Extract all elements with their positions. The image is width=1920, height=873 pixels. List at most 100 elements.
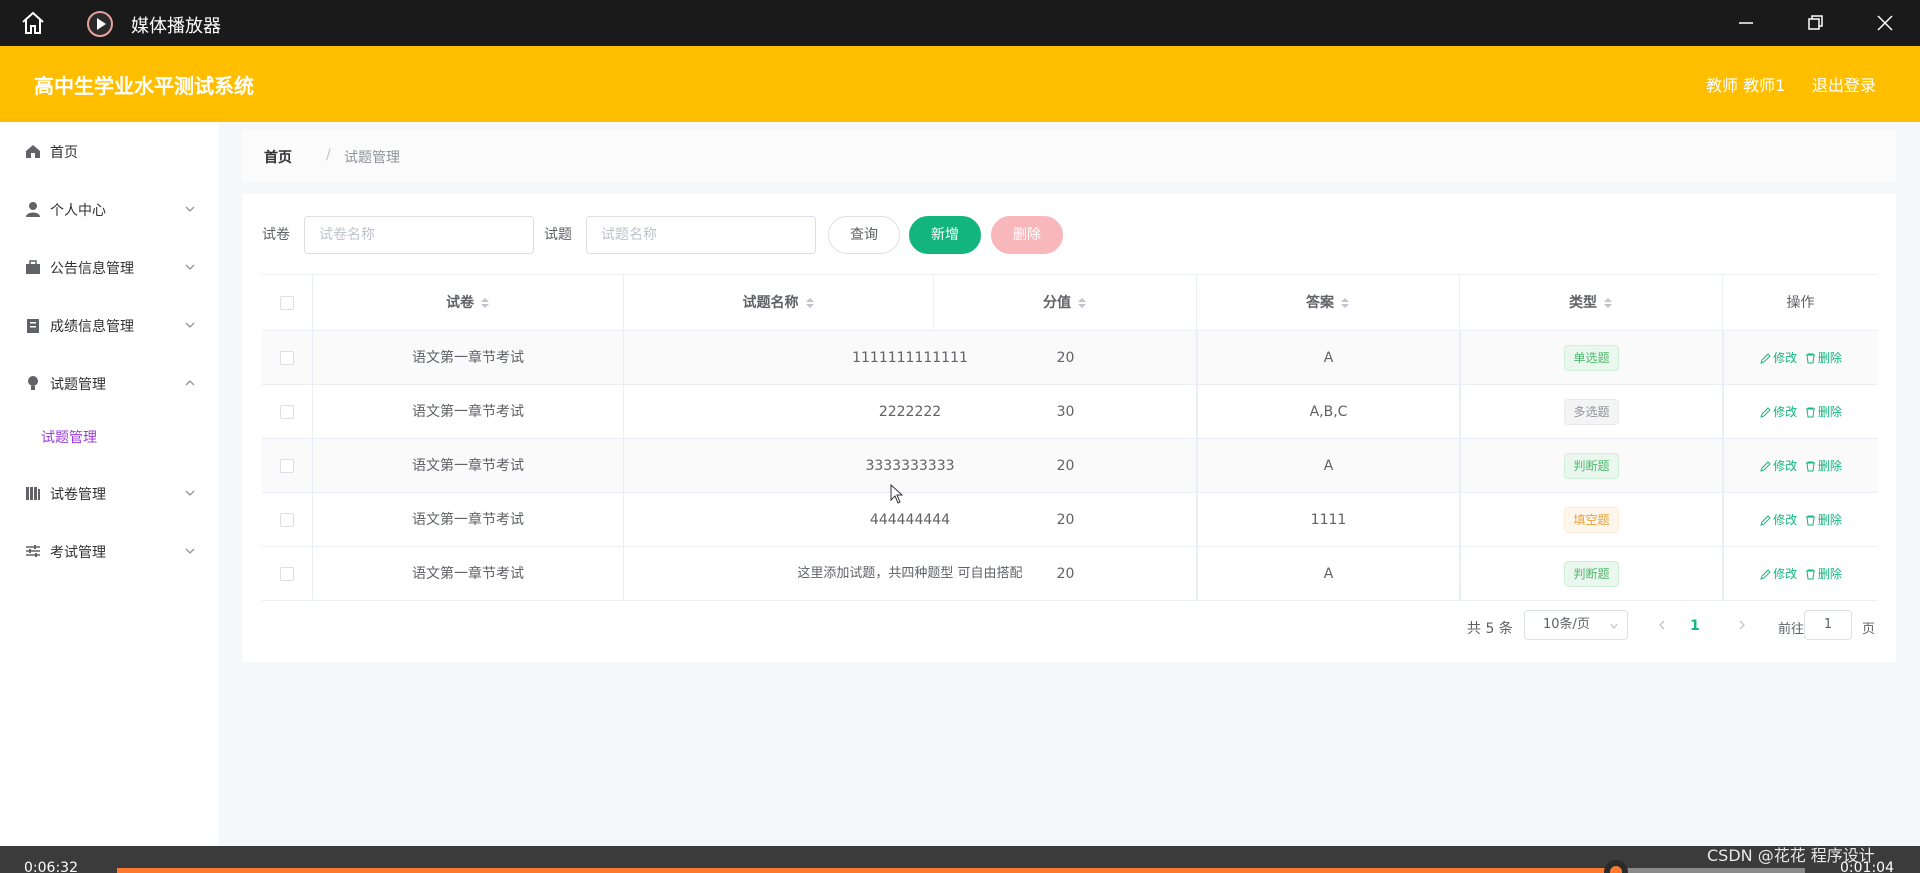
seek-bar[interactable] (117, 860, 1805, 873)
edit-icon (1760, 515, 1771, 526)
cell-actions: 修改 删除 (1723, 493, 1878, 547)
edit-label: 修改 (1773, 351, 1798, 365)
edit-action[interactable]: 修改 (1760, 439, 1797, 493)
logout-link[interactable]: 退出登录 (1812, 72, 1876, 96)
sidebar-item-label: 首页 (50, 145, 78, 161)
delete-label: 删除 (1817, 459, 1842, 473)
minimize-icon[interactable] (1735, 12, 1757, 34)
chevron-right-icon[interactable] (1736, 619, 1748, 631)
delete-action[interactable]: 删除 (1805, 547, 1842, 601)
row-select-cell (262, 493, 313, 547)
cell-answer: 1111 (1197, 493, 1460, 547)
delete-action[interactable]: 删除 (1805, 385, 1842, 439)
row-checkbox[interactable] (280, 405, 294, 419)
type-tag: 判断题 (1564, 453, 1619, 479)
delete-action[interactable]: 删除 (1805, 493, 1842, 547)
row-checkbox[interactable] (280, 567, 294, 581)
home-icon[interactable] (20, 10, 46, 36)
column-header-question-name[interactable]: 试题名称 (624, 275, 934, 331)
sort-icon[interactable] (1077, 296, 1087, 310)
chevron-down-icon (185, 490, 195, 496)
sidebar-item-label: 公告信息管理 (50, 261, 134, 277)
column-header-paper[interactable]: 试卷 (313, 275, 624, 331)
type-tag: 判断题 (1564, 561, 1619, 587)
sidebar-item-questions[interactable]: 试题管理 (0, 363, 218, 403)
sort-icon[interactable] (480, 296, 490, 310)
cell-actions: 修改 删除 (1723, 547, 1878, 601)
row-checkbox[interactable] (280, 459, 294, 473)
edit-action[interactable]: 修改 (1760, 493, 1797, 547)
column-header-type[interactable]: 类型 (1460, 275, 1723, 331)
query-button[interactable]: 查询 (828, 216, 900, 254)
edit-icon (1760, 461, 1771, 472)
sort-icon[interactable] (1340, 296, 1350, 310)
breadcrumb-home[interactable]: 首页 (264, 147, 292, 167)
edit-action[interactable]: 修改 (1760, 385, 1797, 439)
column-header-label: 分值 (1043, 295, 1071, 311)
page-size-value: 10条/页 (1543, 617, 1590, 632)
cell-actions: 修改 删除 (1723, 439, 1878, 493)
goto-label: 前往 (1778, 622, 1805, 637)
column-header-label: 类型 (1569, 295, 1597, 311)
add-button[interactable]: 新增 (909, 216, 981, 254)
page-size-select[interactable]: 10条/页 (1524, 610, 1628, 640)
chevron-down-icon (185, 548, 195, 554)
sidebar-item-exams[interactable]: 考试管理 (0, 531, 218, 571)
edit-label: 修改 (1773, 513, 1798, 527)
user-icon (26, 202, 40, 217)
restore-icon[interactable] (1804, 12, 1826, 34)
table-row: 语文第一章节考试 这里添加试题，共四种题型 可自由搭配 20 A 判断题 修改 … (262, 547, 1878, 601)
trash-icon (1805, 461, 1815, 472)
paper-name-input[interactable] (304, 216, 534, 254)
cell-score: 30 (1056, 404, 1075, 420)
delete-action[interactable]: 删除 (1805, 331, 1842, 385)
goto-page-input[interactable]: 1 (1804, 610, 1852, 640)
clipboard-icon (27, 319, 39, 333)
cell-paper: 语文第一章节考试 (313, 493, 624, 547)
cell-type: 单选题 (1460, 331, 1723, 385)
sidebar-item-papers[interactable]: 试卷管理 (0, 473, 218, 513)
edit-label: 修改 (1773, 567, 1798, 581)
cell-type: 填空题 (1460, 493, 1723, 547)
pagination-total: 共 5 条 (1467, 621, 1513, 637)
row-select-cell (262, 547, 313, 601)
delete-label: 删除 (1817, 513, 1842, 527)
row-checkbox[interactable] (280, 351, 294, 365)
select-all-checkbox[interactable] (280, 296, 294, 310)
player-title: 媒体播放器 (131, 16, 221, 37)
table-row: 语文第一章节考试 3333333333 20 A 判断题 修改 删除 (262, 439, 1878, 493)
edit-icon (1760, 569, 1771, 580)
sort-icon[interactable] (1603, 296, 1613, 310)
edit-action[interactable]: 修改 (1760, 547, 1797, 601)
sidebar-item-home[interactable]: 首页 (0, 131, 218, 171)
home-icon (26, 145, 40, 158)
sidebar-item-grades[interactable]: 成绩信息管理 (0, 305, 218, 345)
page-number-current[interactable]: 1 (1690, 618, 1700, 634)
sidebar-item-announcements[interactable]: 公告信息管理 (0, 247, 218, 287)
cell-type: 判断题 (1460, 439, 1723, 493)
chevron-left-icon[interactable] (1656, 619, 1668, 631)
type-tag: 填空题 (1564, 507, 1619, 533)
edit-action[interactable]: 修改 (1760, 331, 1797, 385)
column-header-score[interactable]: 分值 (934, 275, 1197, 331)
question-name-input[interactable] (586, 216, 816, 254)
chevron-down-icon (185, 206, 195, 212)
chevron-up-icon (185, 380, 195, 386)
cell-type: 多选题 (1460, 385, 1723, 439)
table-header: 试卷 试题名称 分值 答案 类型 操作 (262, 275, 1878, 331)
sidebar-subitem-questions[interactable]: 试题管理 (41, 427, 97, 447)
seek-handle[interactable] (1603, 860, 1628, 873)
seek-bar-fill (117, 868, 1616, 873)
delete-button[interactable]: 删除 (991, 216, 1063, 254)
column-header-answer[interactable]: 答案 (1197, 275, 1460, 331)
delete-action[interactable]: 删除 (1805, 439, 1842, 493)
question-table: 试卷 试题名称 分值 答案 类型 操作 语文第一章节考试 11111111111… (262, 274, 1878, 601)
close-icon[interactable] (1874, 12, 1896, 34)
edit-icon (1760, 407, 1771, 418)
sort-icon[interactable] (805, 296, 815, 310)
table-row: 语文第一章节考试 2222222 30 A,B,C 多选题 修改 删除 (262, 385, 1878, 439)
row-checkbox[interactable] (280, 513, 294, 527)
row-select-cell (262, 331, 313, 385)
main-content: 首页 / 试题管理 试卷 试题 查询 新增 删除 试卷 试题名称 分值 (218, 122, 1920, 846)
sidebar-item-profile[interactable]: 个人中心 (0, 189, 218, 229)
